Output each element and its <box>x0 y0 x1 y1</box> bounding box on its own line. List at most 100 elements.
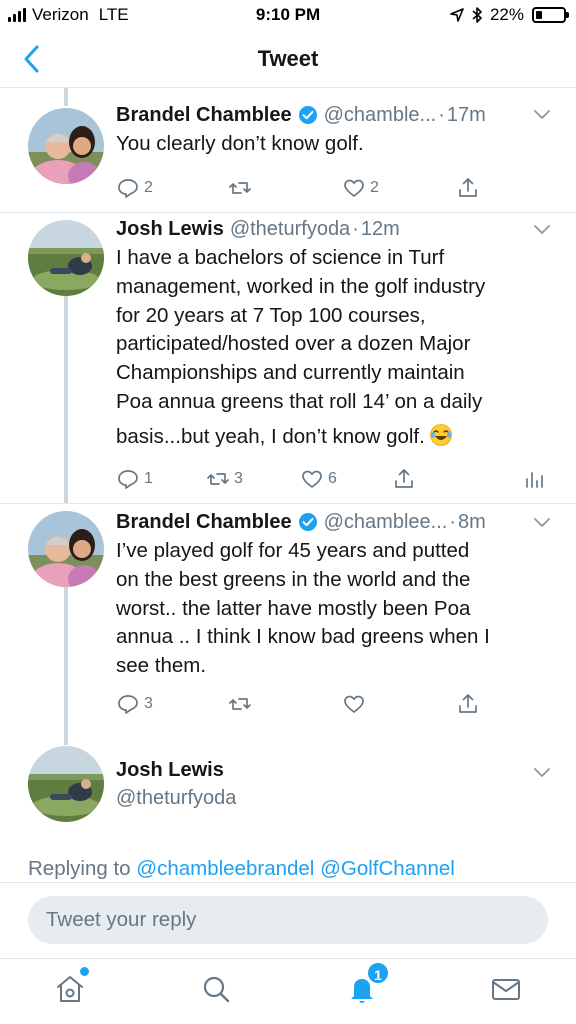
battery-percent: 22% <box>489 5 524 24</box>
reply-count: 2 <box>144 179 153 196</box>
search-icon <box>203 976 230 1003</box>
tweet-timestamp: 17m <box>446 104 486 126</box>
divider <box>0 882 576 883</box>
avatar[interactable] <box>28 746 104 822</box>
tweet-text-line: I have a bachelors of science in Turf <box>116 246 445 269</box>
status-right: 22% <box>450 5 569 25</box>
separator-dot: · <box>449 511 456 533</box>
tab-home[interactable] <box>52 971 88 1007</box>
heart-icon <box>302 470 322 488</box>
author-handle[interactable]: @theturfyoda <box>230 216 350 242</box>
retweet-icon <box>229 182 251 194</box>
author-name[interactable]: Josh Lewis <box>116 757 224 783</box>
mention-link[interactable]: @chambleebrandel <box>136 857 314 880</box>
chevron-down-icon[interactable] <box>534 225 550 235</box>
tweet-text-line-last: basis...but yeah, I don’t know golf. <box>116 423 554 452</box>
avatar[interactable] <box>28 511 104 587</box>
messages-envelope-icon <box>492 979 520 1000</box>
share-icon <box>395 469 413 488</box>
retweet-icon <box>207 473 229 485</box>
like-count: 6 <box>328 470 337 487</box>
reply-button[interactable]: 1 <box>116 467 153 491</box>
author-name[interactable]: Josh Lewis <box>116 216 224 242</box>
reply-button[interactable]: 3 <box>116 692 153 716</box>
author-name[interactable]: Brandel Chamblee <box>116 102 292 128</box>
reply-button[interactable]: 2 <box>116 176 153 200</box>
tweet[interactable]: Brandel Chamblee @chamble... · 17m You c… <box>0 100 576 212</box>
brandel-chamblee-avatar-photo <box>28 511 104 587</box>
tab-bar: 1 <box>0 958 576 1024</box>
tweet-text-line: worst.. the latter have mostly been Poa <box>116 596 471 620</box>
mention-link[interactable]: @GolfChannel <box>320 857 455 880</box>
retweet-button[interactable]: 3 <box>206 467 243 491</box>
tweet[interactable]: Brandel Chamblee @chamblee... · 8m I’ve … <box>0 504 576 728</box>
retweet-button[interactable] <box>228 692 256 716</box>
like-button[interactable]: 6 <box>300 467 337 491</box>
avatar[interactable] <box>28 220 104 296</box>
share-button[interactable] <box>456 176 480 200</box>
verified-badge-icon <box>298 106 317 124</box>
reply-input[interactable] <box>28 896 548 944</box>
reply-count: 3 <box>144 695 153 712</box>
reply-author-handle-line: @theturfyoda <box>116 785 554 811</box>
home-icon <box>57 976 83 1002</box>
like-button[interactable] <box>342 692 370 716</box>
tweet-text-line: see them. <box>116 654 207 678</box>
verified-badge-icon <box>298 513 317 531</box>
tweet[interactable]: Josh Lewis @theturfyoda · 12m I have a b… <box>0 213 576 503</box>
reply-box[interactable] <box>28 896 548 944</box>
laughing-tears-emoji-icon <box>429 423 452 446</box>
tweet-header: Brandel Chamblee @chamblee... · 8m <box>116 509 554 535</box>
tweet-text-line: on the best greens in the world and the <box>116 567 471 591</box>
reply-icon <box>118 179 138 198</box>
tweet-actions: 2 2 <box>116 176 546 202</box>
notifications-badge: 1 <box>366 961 390 985</box>
tweet-text-line: Championships and currently maintain <box>116 361 465 385</box>
replying-to-line: Replying to @chambleebrandel @GolfChanne… <box>28 857 455 881</box>
chevron-down-icon[interactable] <box>534 768 550 778</box>
tab-messages[interactable] <box>488 971 524 1007</box>
share-button[interactable] <box>392 467 416 491</box>
author-name[interactable]: Brandel Chamblee <box>116 509 292 535</box>
battery-level-fill <box>536 11 542 19</box>
tweet-actions: 3 <box>116 692 546 718</box>
reply-author-name-line: Josh Lewis <box>116 757 554 783</box>
like-button[interactable]: 2 <box>342 176 379 200</box>
tweet-text-line: annua .. I think I know bad greens when … <box>116 625 490 649</box>
tweet-text-line: You clearly don’t know golf. <box>116 132 364 155</box>
tab-search[interactable] <box>198 971 234 1007</box>
separator-dot: · <box>438 104 445 126</box>
new-content-dot <box>80 967 89 976</box>
tweet-text-line: basis...but yeah, I don’t know golf. <box>116 424 425 448</box>
author-handle[interactable]: @theturfyoda <box>116 785 236 811</box>
retweet-button[interactable] <box>228 176 256 200</box>
reply-icon <box>118 695 138 714</box>
status-bar: Verizon LTE 9:10 PM 22% <box>0 0 576 32</box>
tweet-text-line: management, worked in the golf industry <box>116 274 486 298</box>
tweet-text-line: for 20 years at 7 Top 100 courses, <box>116 303 426 327</box>
brandel-chamblee-avatar-photo <box>28 108 104 184</box>
avatar[interactable] <box>28 108 104 184</box>
chevron-down-icon[interactable] <box>534 518 550 528</box>
location-arrow-icon <box>450 8 464 22</box>
like-count: 2 <box>370 179 379 196</box>
author-handle[interactable]: @chamblee... <box>324 509 448 535</box>
author-handle[interactable]: @chamble... <box>324 102 437 128</box>
tweet-text-line: participated/hosted over a dozen Major <box>116 332 471 356</box>
tweet-text: I’ve played golf for 45 years and putted… <box>116 537 554 681</box>
tweet-actions: 1 3 6 <box>116 467 546 493</box>
reply-count: 1 <box>144 470 153 487</box>
chevron-down-icon[interactable] <box>534 110 550 120</box>
retweet-count: 3 <box>234 470 243 487</box>
tweet-timestamp: 8m <box>457 511 486 533</box>
share-button[interactable] <box>456 692 480 716</box>
josh-lewis-avatar-photo <box>28 746 104 822</box>
tweet-text-line: I’ve played golf for 45 years and putted <box>116 539 470 562</box>
tweet-text: You clearly don’t know golf. <box>116 130 554 159</box>
tweet-text-line: Poa annua greens that roll 14’ on a dail… <box>116 389 483 413</box>
retweet-icon <box>229 698 251 710</box>
reply-icon <box>118 470 138 489</box>
analytics-button[interactable] <box>522 467 546 491</box>
share-icon <box>459 178 477 197</box>
analytics-bar-chart-icon <box>526 472 543 488</box>
